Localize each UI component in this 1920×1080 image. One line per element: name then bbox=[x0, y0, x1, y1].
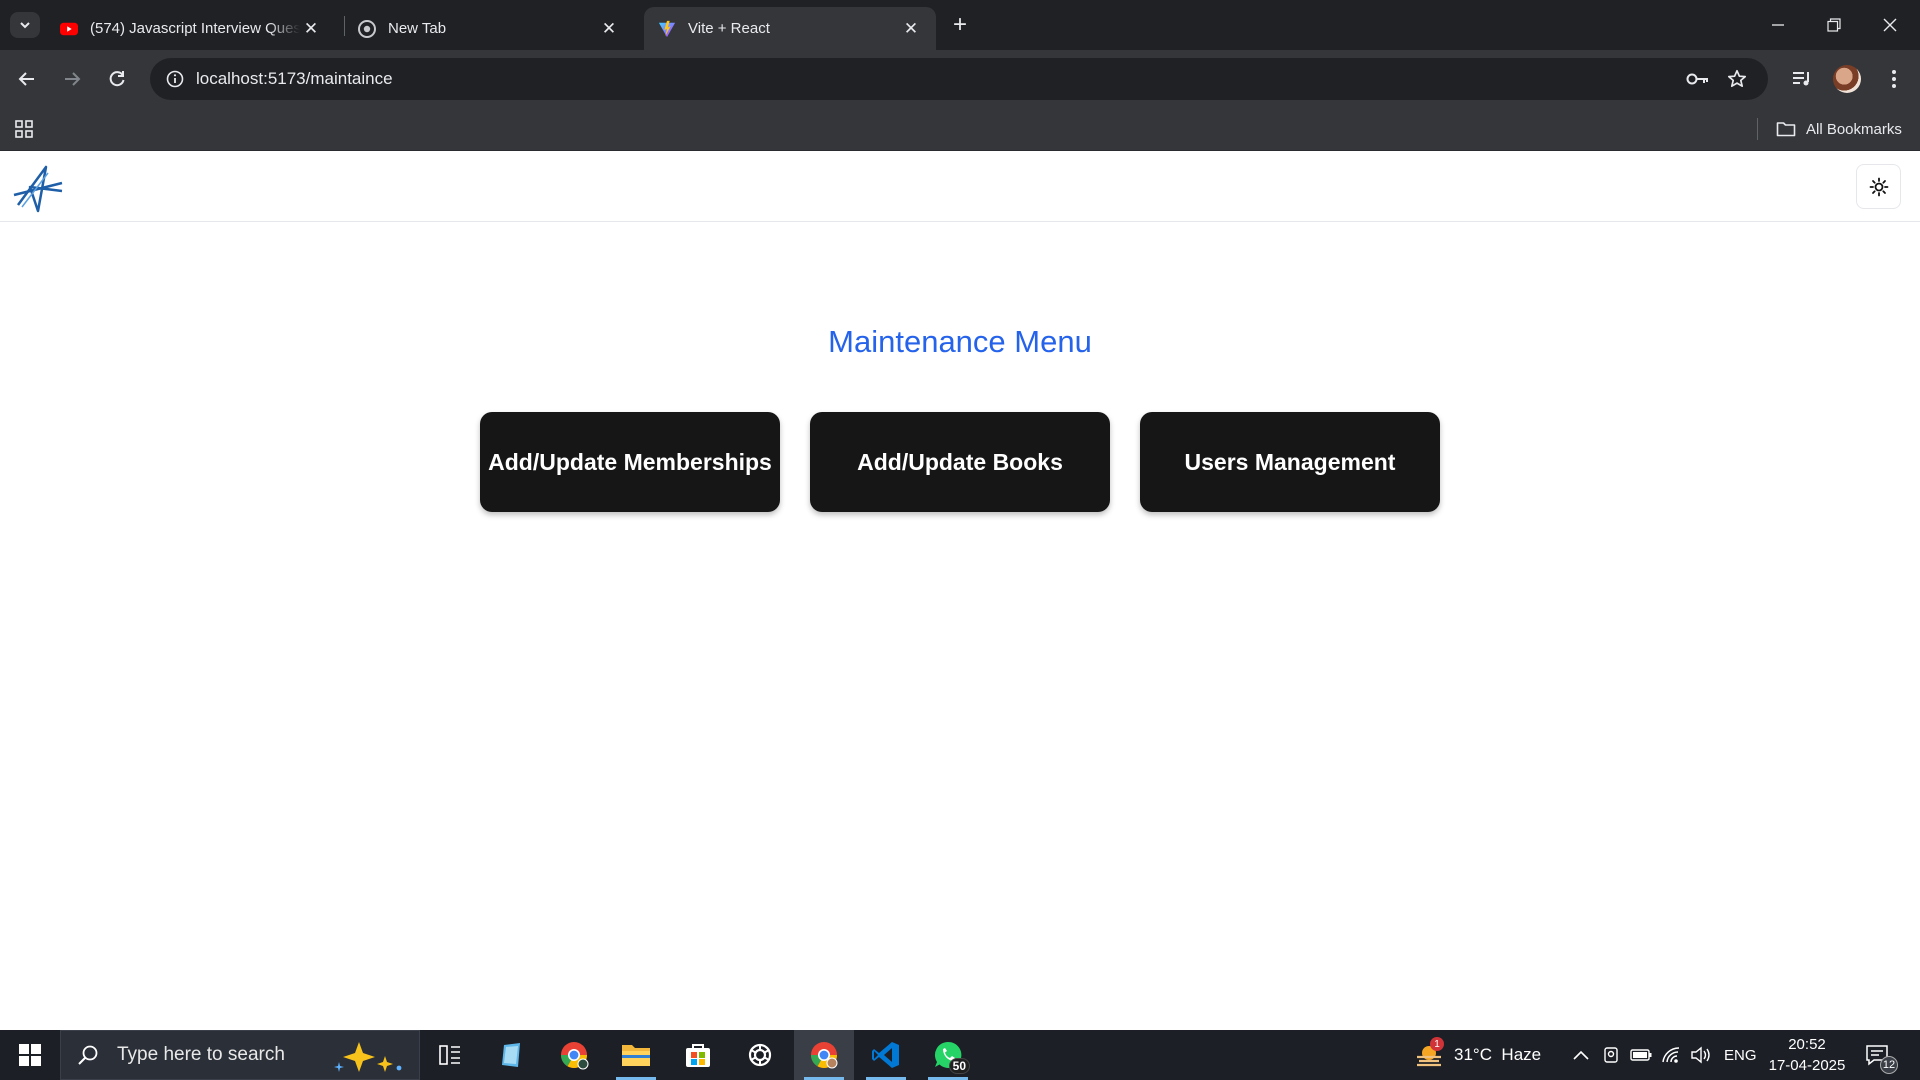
meet-now-icon[interactable] bbox=[1599, 1043, 1623, 1067]
weather-widget[interactable]: 1 31°C Haze bbox=[1414, 1030, 1541, 1080]
taskbar-app-store[interactable] bbox=[668, 1030, 728, 1080]
chrome-icon bbox=[358, 19, 376, 38]
app-header bbox=[0, 151, 1920, 222]
arrow-left-icon bbox=[18, 72, 34, 86]
close-icon bbox=[1883, 18, 1897, 32]
tab-title: Vite + React bbox=[688, 20, 770, 37]
language-indicator[interactable]: ENG bbox=[1724, 1030, 1757, 1080]
bookmarks-bar: All Bookmarks bbox=[0, 108, 1920, 151]
restore-icon bbox=[1827, 18, 1841, 32]
star-icon[interactable] bbox=[1725, 67, 1749, 91]
apps-grid-icon[interactable] bbox=[12, 117, 36, 141]
whatsapp-badge: 50 bbox=[948, 1058, 970, 1074]
taskbar-app-chatgpt[interactable] bbox=[730, 1030, 790, 1080]
arrow-right-icon bbox=[65, 72, 81, 86]
openai-icon bbox=[748, 1043, 772, 1067]
bookmarks-divider bbox=[1757, 118, 1758, 140]
add-update-books-button[interactable]: Add/Update Books bbox=[810, 412, 1110, 512]
vscode-icon bbox=[872, 1042, 899, 1068]
close-window-button[interactable] bbox=[1862, 0, 1918, 50]
reload-button[interactable] bbox=[101, 63, 133, 95]
taskbar-clock[interactable]: 20:52 17-04-2025 bbox=[1762, 1034, 1852, 1076]
browser-toolbar: localhost:5173/maintaince bbox=[0, 50, 1920, 108]
tab-title: New Tab bbox=[388, 20, 447, 37]
app-logo[interactable] bbox=[10, 161, 66, 213]
windows-logo-icon bbox=[19, 1044, 41, 1066]
kebab-menu-icon[interactable] bbox=[1878, 63, 1910, 95]
forward-button[interactable] bbox=[56, 63, 88, 95]
back-button[interactable] bbox=[11, 63, 43, 95]
users-management-button[interactable]: Users Management bbox=[1140, 412, 1440, 512]
windows-taskbar: Type here to search 50 1 31°C Haze ENG 2… bbox=[0, 1030, 1920, 1080]
page-content: Maintenance Menu Add/Update Memberships … bbox=[0, 151, 1920, 1030]
folder-icon bbox=[622, 1045, 650, 1066]
notification-count-badge: 12 bbox=[1880, 1056, 1898, 1074]
taskbar-app-chrome[interactable] bbox=[794, 1030, 854, 1080]
search-icon bbox=[78, 1045, 98, 1065]
address-bar[interactable]: localhost:5173/maintaince bbox=[150, 58, 1768, 100]
tab-new-tab[interactable]: New Tab ✕ bbox=[344, 7, 634, 50]
all-bookmarks-button[interactable]: All Bookmarks bbox=[1776, 116, 1902, 142]
taskbar-app-file-explorer[interactable] bbox=[606, 1030, 666, 1080]
add-update-memberships-button[interactable]: Add/Update Memberships bbox=[480, 412, 780, 512]
task-view-icon bbox=[439, 1045, 460, 1065]
taskbar-app-chrome-profile[interactable] bbox=[544, 1030, 604, 1080]
start-button[interactable] bbox=[0, 1030, 60, 1080]
theme-toggle-button[interactable] bbox=[1856, 164, 1901, 209]
page-title: Maintenance Menu bbox=[828, 324, 1092, 359]
clock-date: 17-04-2025 bbox=[1768, 1057, 1846, 1074]
reload-icon bbox=[109, 71, 125, 87]
chrome-icon bbox=[560, 1042, 589, 1070]
tab-youtube[interactable]: (574) Javascript Interview Quest ✕ bbox=[46, 7, 336, 50]
chevron-down-icon bbox=[20, 22, 30, 29]
tab-strip: (574) Javascript Interview Quest ✕ New T… bbox=[0, 0, 1920, 50]
wifi-icon[interactable] bbox=[1659, 1043, 1683, 1067]
weather-alert-badge: 1 bbox=[1430, 1037, 1444, 1051]
volume-icon[interactable] bbox=[1689, 1043, 1713, 1067]
tab-search-button[interactable] bbox=[10, 12, 40, 38]
notebook-icon bbox=[502, 1043, 520, 1067]
folder-icon bbox=[1776, 122, 1796, 137]
clock-time: 20:52 bbox=[1788, 1036, 1826, 1053]
taskbar-app-notes[interactable] bbox=[482, 1030, 542, 1080]
copilot-sparkle-icon bbox=[334, 1042, 402, 1072]
minimize-button[interactable] bbox=[1750, 0, 1806, 50]
search-placeholder: Type here to search bbox=[117, 1044, 285, 1065]
taskbar-app-vscode[interactable] bbox=[856, 1030, 916, 1080]
close-icon[interactable]: ✕ bbox=[300, 18, 322, 40]
url-text[interactable]: localhost:5173/maintaince bbox=[196, 69, 393, 89]
vite-icon bbox=[658, 20, 676, 38]
taskbar-app-whatsapp[interactable]: 50 bbox=[918, 1030, 978, 1080]
tab-title: (574) Javascript Interview Quest bbox=[90, 20, 300, 37]
battery-icon[interactable] bbox=[1629, 1043, 1653, 1067]
chevron-up-icon[interactable] bbox=[1569, 1043, 1593, 1067]
youtube-icon bbox=[60, 20, 78, 38]
minimize-icon bbox=[1772, 24, 1784, 26]
task-view-button[interactable] bbox=[420, 1030, 480, 1080]
site-info-icon[interactable] bbox=[164, 68, 186, 90]
restore-button[interactable] bbox=[1806, 0, 1862, 50]
close-icon[interactable]: ✕ bbox=[900, 18, 922, 40]
weather-text: 31°C Haze bbox=[1454, 1045, 1542, 1064]
chrome-icon bbox=[810, 1042, 838, 1069]
media-controls-icon[interactable] bbox=[1786, 63, 1818, 95]
tab-vite-react[interactable]: Vite + React ✕ bbox=[644, 7, 936, 50]
taskbar-search-box[interactable]: Type here to search bbox=[60, 1030, 420, 1080]
profile-avatar[interactable] bbox=[1833, 65, 1861, 93]
sun-icon bbox=[1869, 177, 1888, 196]
new-tab-button[interactable]: + bbox=[946, 11, 974, 39]
all-bookmarks-label: All Bookmarks bbox=[1806, 120, 1902, 138]
store-icon bbox=[686, 1044, 710, 1067]
close-icon[interactable]: ✕ bbox=[598, 18, 620, 40]
password-key-icon[interactable] bbox=[1686, 67, 1710, 91]
